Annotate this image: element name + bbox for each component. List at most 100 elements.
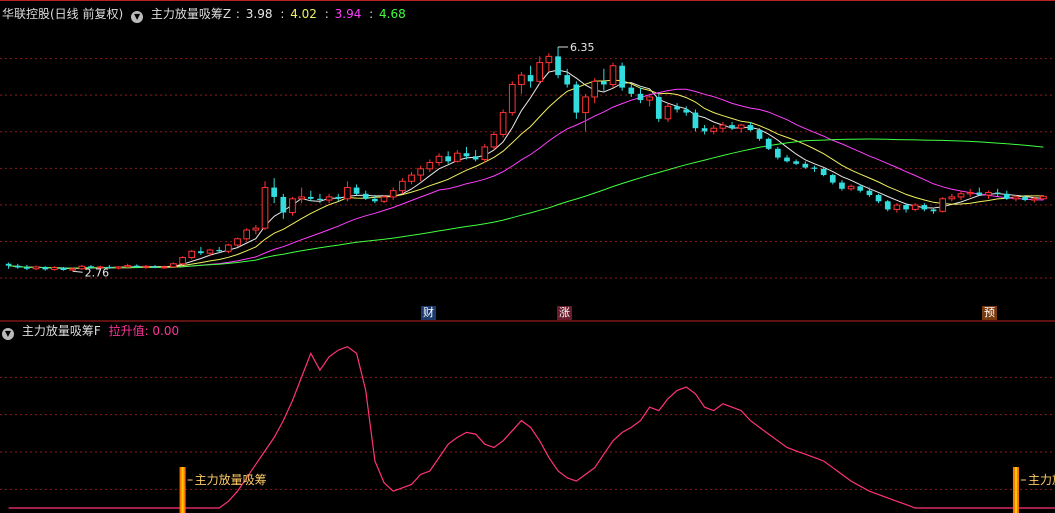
stock-chart-svg[interactable]: 6.35 2.76 主力放量吸筹 主力放量吸筹 — [0, 0, 1055, 513]
candle-body — [985, 192, 992, 196]
candle-body — [142, 265, 150, 268]
candle-body — [655, 96, 662, 119]
candle-body — [453, 152, 461, 162]
candle-body — [32, 266, 40, 270]
candle-body — [719, 124, 727, 129]
candle-body — [335, 196, 342, 199]
candle-body — [389, 190, 397, 198]
candle-body — [14, 265, 21, 268]
candle-body — [591, 80, 599, 98]
candle-body — [875, 195, 882, 202]
candle-body — [765, 138, 772, 149]
candle-body — [966, 192, 974, 195]
candle-body — [884, 201, 891, 210]
candle-body — [994, 192, 1001, 194]
candle-body — [829, 175, 836, 183]
candle-body — [417, 168, 425, 176]
candle-body — [1040, 195, 1047, 200]
candle-body — [280, 196, 287, 213]
candle-body — [555, 56, 561, 76]
candle-body — [756, 130, 763, 139]
candle-body — [399, 180, 406, 192]
candle-body — [683, 109, 690, 113]
candle-body — [619, 65, 625, 88]
candle-body — [362, 193, 369, 199]
candle-body — [307, 196, 314, 199]
candle-body — [481, 146, 489, 160]
candle-body — [372, 198, 378, 202]
candle-body — [216, 250, 223, 252]
high-price-label: 6.35 — [570, 41, 595, 54]
bottom-panel-header: ▼ 主力放量吸筹F 拉升值: 0.00 — [2, 323, 183, 340]
candle-body — [179, 257, 186, 265]
indicator-name: 主力放量吸筹Z — [150, 7, 232, 21]
candle-body — [893, 204, 901, 210]
indicator-dropdown-icon[interactable]: ▼ — [2, 328, 14, 340]
candle-body — [646, 96, 653, 101]
value-separator: : — [280, 7, 285, 21]
candle-body — [5, 263, 12, 266]
marker-cai[interactable]: 财 — [421, 306, 436, 320]
candle-body — [802, 163, 809, 168]
candle-body — [747, 125, 754, 131]
ma-value-2: 4.02 — [290, 7, 317, 21]
candle-body — [60, 267, 67, 271]
candle-body — [225, 244, 232, 252]
candle-body — [637, 93, 644, 101]
marker-yu[interactable]: 预 — [982, 306, 997, 320]
marker-zhang[interactable]: 涨 — [557, 306, 572, 320]
candle-body — [582, 96, 589, 114]
low-price-label: 2.76 — [85, 266, 110, 279]
candle-body — [921, 205, 928, 210]
candle-body — [463, 153, 470, 157]
candle-body — [344, 187, 351, 200]
signal-label: 主力放量吸筹 — [1028, 472, 1055, 487]
candle-body — [775, 148, 781, 158]
candle-body — [536, 62, 544, 82]
candle-body — [710, 127, 718, 132]
indicator-dropdown-icon[interactable]: ▼ — [131, 11, 144, 23]
candle-body — [839, 182, 845, 189]
candle-body — [408, 174, 415, 182]
candle-body — [976, 192, 983, 196]
candle-body — [701, 128, 708, 132]
candle-body — [234, 238, 241, 246]
candle-body — [664, 105, 672, 120]
candle-body — [206, 249, 214, 254]
candle-body — [317, 198, 323, 201]
candle-body — [380, 196, 388, 202]
candle-body — [271, 187, 277, 197]
candle-body — [160, 266, 168, 269]
ma-value-4: 4.68 — [379, 7, 406, 21]
candle-body — [24, 267, 30, 269]
top-panel-header: 华联控股(日线 前复权) ▼ 主力放量吸筹Z : 3.98 : 4.02 : 3… — [2, 6, 410, 23]
candle-body — [508, 83, 516, 114]
candle-body — [42, 266, 49, 270]
candle-body — [435, 155, 443, 164]
candle-body — [628, 87, 635, 94]
candle-body — [170, 263, 177, 268]
candle-body — [490, 133, 498, 148]
candle-body — [472, 156, 479, 160]
candle-body — [811, 167, 818, 169]
value-separator: : — [324, 7, 329, 21]
lift-value: 拉升值: 0.00 — [108, 324, 180, 338]
candle-body — [51, 267, 58, 270]
signal-bar-core — [181, 467, 184, 513]
value-separator: : — [235, 7, 240, 21]
candle-body — [948, 196, 956, 200]
value-separator: : — [369, 7, 374, 21]
candle-body — [866, 190, 873, 196]
candle-body — [737, 124, 745, 129]
candle-body — [1022, 196, 1028, 201]
candle-body — [564, 75, 571, 85]
candle-body — [115, 266, 122, 269]
ma-value-1: 3.98 — [245, 7, 273, 21]
candle-body — [325, 196, 333, 201]
lift-value-line — [8, 346, 1055, 509]
candle-body — [957, 193, 965, 198]
sub-indicator-name: 主力放量吸筹F — [21, 324, 101, 338]
ma10-line — [8, 79, 1044, 269]
candle-body — [261, 187, 269, 229]
candle-body — [930, 209, 937, 212]
